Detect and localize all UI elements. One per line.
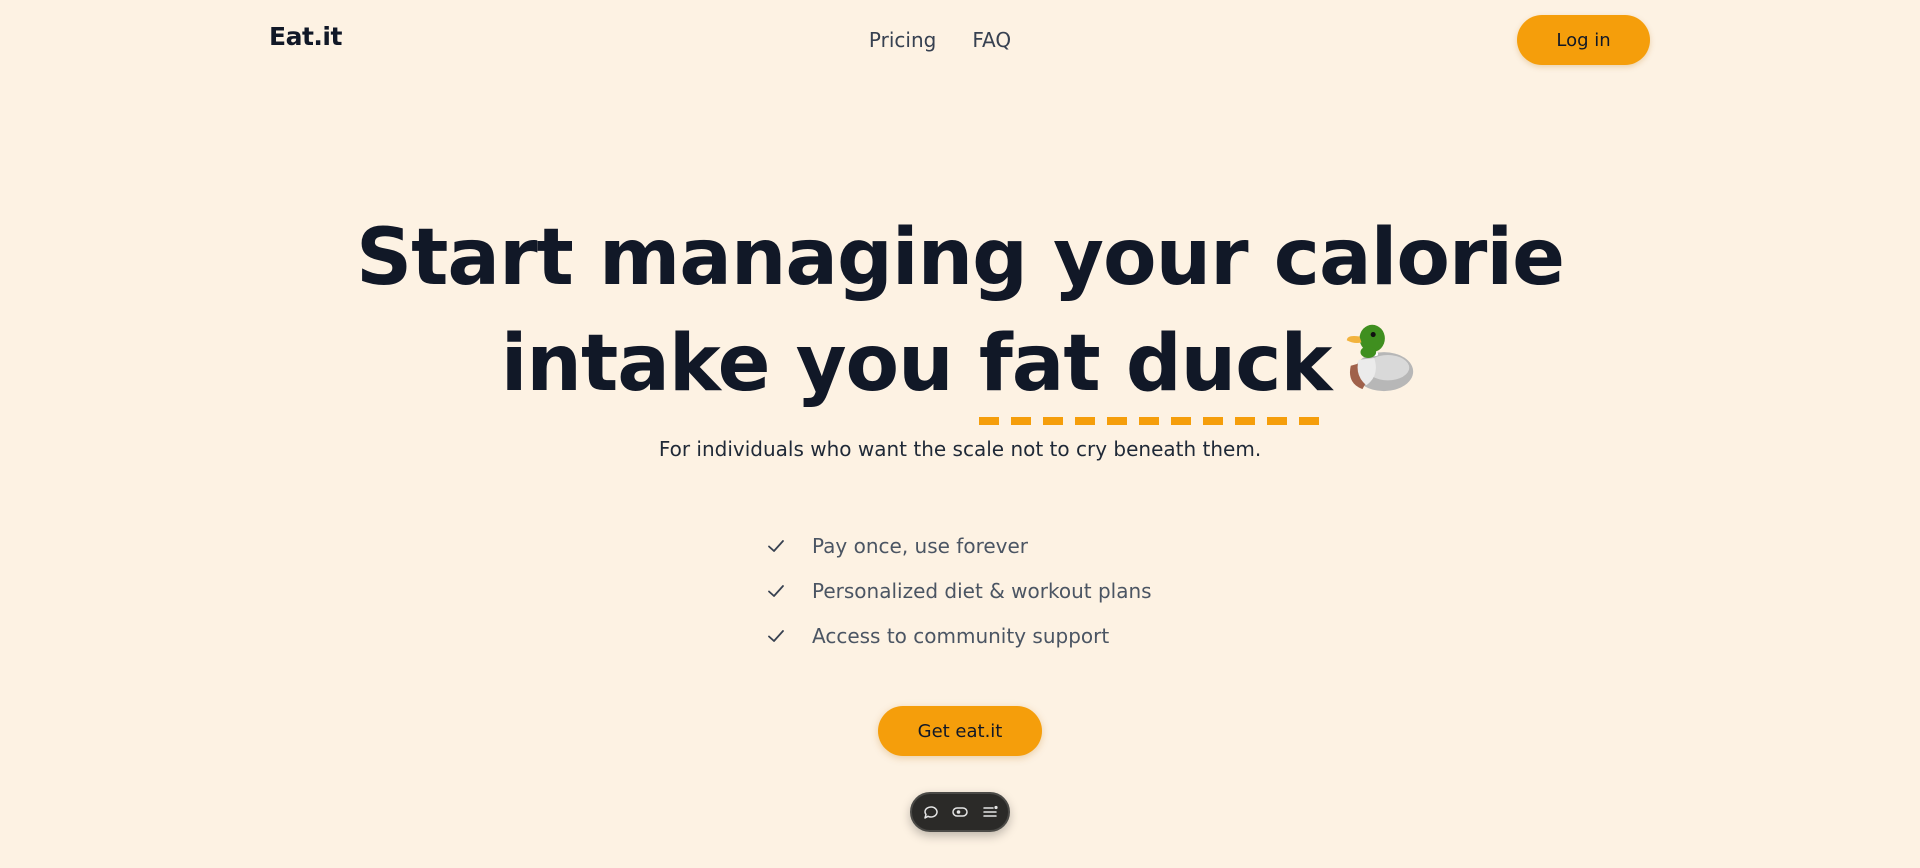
get-eat-it-button[interactable]: Get eat.it [878,706,1042,756]
hero-title-line-2: intake you fat duck [0,311,1920,425]
duck-icon [1347,324,1414,392]
nav-link-faq[interactable]: FAQ [966,26,1017,54]
menu-button[interactable] [979,801,1001,823]
hero-title-line-1: Start managing your calorie [355,213,1565,303]
floating-toolbar [910,792,1010,832]
preview-button[interactable] [949,801,971,823]
comment-button[interactable] [920,801,942,823]
hero-subtitle: For individuals who want the scale not t… [658,437,1262,461]
feature-label: Access to community support [812,623,1110,648]
eye-icon [952,807,968,817]
feature-item: Pay once, use forever [766,523,1152,568]
feature-list: Pay once, use forever Personalized diet … [766,523,1152,658]
feature-item: Personalized diet & workout plans [766,568,1152,613]
hero-title-prefix: intake you [500,319,979,409]
login-button[interactable]: Log in [1517,15,1650,65]
check-icon [768,539,784,552]
hero-title-highlight: fat duck [978,311,1332,425]
comment-icon [923,806,938,819]
nav-link-pricing[interactable]: Pricing [863,26,942,54]
feature-item: Access to community support [766,613,1152,658]
feature-label: Pay once, use forever [812,533,1029,558]
logo[interactable]: Eat.it [269,22,342,51]
menu-list-icon [982,805,998,817]
feature-label: Personalized diet & workout plans [812,578,1152,603]
check-icon [768,629,784,642]
site-header: Eat.it Pricing FAQ Log in [0,0,1920,80]
check-icon [768,584,784,597]
hero-title: Start managing your calorie intake you f… [0,205,1920,425]
